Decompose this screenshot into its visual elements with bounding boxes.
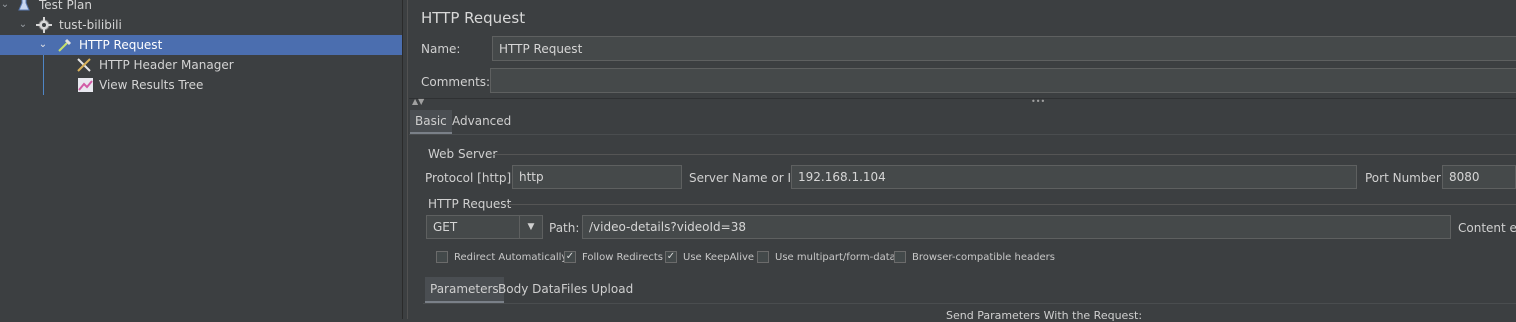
wrench-screwdriver-icon <box>76 57 92 73</box>
follow-redirects-checkbox[interactable]: ✓ Follow Redirects <box>564 251 663 263</box>
subtab-divider <box>423 303 1516 304</box>
tree-item-label: HTTP Header Manager <box>99 58 234 72</box>
check-icon: ✓ <box>666 251 676 262</box>
checkbox-label: Follow Redirects <box>582 251 663 263</box>
protocol-input[interactable]: http <box>512 165 682 189</box>
tab-divider <box>409 134 1516 135</box>
http-request-separator <box>506 204 1516 205</box>
checkbox-label: Redirect Automatically <box>454 251 568 263</box>
chevron-down-icon[interactable]: ⌄ <box>0 0 11 11</box>
web-server-separator <box>493 154 1516 155</box>
tab-basic[interactable]: Basic <box>410 110 452 134</box>
collapse-arrows-icon[interactable]: ▲▼ <box>412 97 424 106</box>
pipette-icon <box>57 37 73 53</box>
tree-item-label: View Results Tree <box>99 78 204 92</box>
redirect-automatically-checkbox[interactable]: Redirect Automatically <box>436 251 567 263</box>
drag-dots-icon[interactable]: ••• <box>1031 97 1045 106</box>
gear-icon <box>36 17 52 33</box>
name-input[interactable]: HTTP Request <box>492 36 1516 61</box>
tree-item-header-manager[interactable]: HTTP Header Manager <box>0 55 402 75</box>
method-value: GET <box>433 220 458 234</box>
server-label: Server Name or IP: <box>689 171 803 185</box>
chart-icon <box>78 78 93 92</box>
flask-icon <box>17 0 31 12</box>
name-label: Name: <box>421 42 461 56</box>
collapse-strip[interactable]: ▲▼ ••• <box>409 97 1516 108</box>
checkbox-label: Browser-compatible headers <box>912 251 1055 263</box>
http-request-section-title: HTTP Request <box>428 197 512 211</box>
tree-item-thread-group[interactable]: ⌄ tust-bilibili <box>0 15 402 35</box>
comments-label: Comments: <box>421 75 491 89</box>
path-label: Path: <box>549 221 580 235</box>
tree-item-view-results-tree[interactable]: View Results Tree <box>0 75 402 95</box>
checkbox-box[interactable] <box>757 251 769 263</box>
comments-input[interactable] <box>490 68 1516 93</box>
dropdown-arrow-icon[interactable]: ▼ <box>519 216 542 238</box>
browser-compatible-headers-checkbox[interactable]: Browser-compatible headers <box>894 251 1055 263</box>
tree-item-test-plan[interactable]: ⌄ Test Plan <box>0 0 402 15</box>
tab-body-data[interactable]: Body Data <box>493 277 566 301</box>
server-input[interactable]: 192.168.1.104 <box>791 165 1357 189</box>
port-label: Port Number: <box>1365 171 1445 185</box>
chevron-down-icon[interactable]: ⌄ <box>37 39 49 51</box>
port-input[interactable]: 8080 <box>1442 165 1516 189</box>
checkbox-box[interactable] <box>436 251 448 263</box>
use-keepalive-checkbox[interactable]: ✓ Use KeepAlive <box>665 251 754 263</box>
checkbox-box[interactable]: ✓ <box>564 251 576 263</box>
checkbox-label: Use multipart/form-data <box>775 251 896 263</box>
tree-item-http-request[interactable]: ⌄ HTTP Request <box>0 35 402 55</box>
content-encoding-label: Content en <box>1458 221 1516 235</box>
tab-files-upload[interactable]: Files Upload <box>556 277 638 301</box>
panel-title: HTTP Request <box>421 9 526 27</box>
splitter-handle[interactable] <box>402 0 408 319</box>
use-multipart-checkbox[interactable]: Use multipart/form-data <box>757 251 896 263</box>
method-select[interactable]: GET ▼ <box>426 215 543 239</box>
tab-advanced[interactable]: Advanced <box>447 110 516 132</box>
send-params-title: Send Parameters With the Request: <box>946 309 1143 322</box>
tree-item-label: HTTP Request <box>79 38 163 52</box>
tab-parameters[interactable]: Parameters <box>425 277 504 303</box>
tree-item-label: tust-bilibili <box>59 18 122 32</box>
checkbox-box[interactable]: ✓ <box>665 251 677 263</box>
protocol-label: Protocol [http]: <box>425 171 516 185</box>
path-input[interactable]: /video-details?videoId=38 <box>582 215 1451 239</box>
check-icon: ✓ <box>565 251 575 262</box>
checkbox-label: Use KeepAlive <box>683 251 755 263</box>
http-request-panel: HTTP Request Name: HTTP Request Comments… <box>409 0 1516 322</box>
tree-item-label: Test Plan <box>39 0 92 12</box>
chevron-down-icon[interactable]: ⌄ <box>17 19 29 31</box>
checkbox-box[interactable] <box>894 251 906 263</box>
test-plan-tree: ⌄ Test Plan ⌄ tust-bilibili ⌄ HTTP Reque… <box>0 0 402 319</box>
web-server-title: Web Server <box>428 147 498 161</box>
